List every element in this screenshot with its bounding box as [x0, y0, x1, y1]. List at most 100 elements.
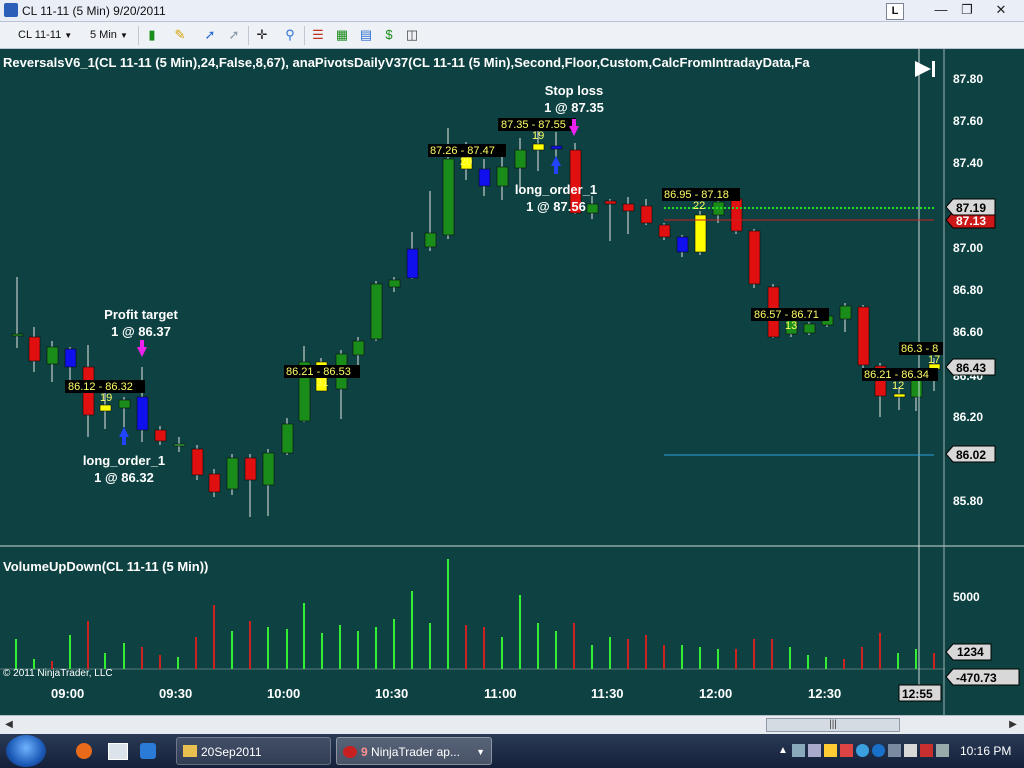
horizontal-scrollbar[interactable]: ◀ ||| ▶ — [0, 715, 1024, 734]
zoom-icon[interactable]: ⚲ — [282, 27, 298, 43]
candle-body — [622, 203, 635, 212]
price-tick: 85.80 — [953, 494, 983, 508]
maximize-button[interactable]: ❐ — [952, 1, 982, 19]
drawing-tool-icon[interactable]: ➚ — [202, 27, 218, 43]
candle-body — [640, 205, 653, 224]
volume-tick: 5000 — [953, 590, 980, 604]
price-label-87-19: 87.19 — [945, 198, 996, 216]
candle-body — [136, 396, 149, 431]
strategies-icon[interactable]: ▤ — [358, 27, 374, 43]
range-count: 13 — [785, 320, 797, 332]
volume-icon[interactable] — [808, 744, 821, 757]
chart-area[interactable]: ReversalsV6_1(CL 11-11 (5 Min),24,False,… — [0, 49, 1024, 715]
instrument-label: CL 11-11 — [18, 29, 62, 41]
candle-body — [839, 305, 852, 320]
stop-loss-label: Stop loss — [545, 83, 604, 98]
buy-arrow-icon — [551, 156, 561, 166]
chart-style-icon[interactable]: ▮ — [144, 27, 160, 43]
interval-selector[interactable]: 5 Min ▼ — [86, 27, 132, 43]
tray-app-icon[interactable] — [920, 744, 933, 757]
price-label-86-43: 86.43 — [945, 358, 996, 376]
long-order-price: 1 @ 86.32 — [94, 470, 154, 485]
tray-app-icon[interactable] — [888, 744, 901, 757]
data-box-icon[interactable]: ◫ — [404, 27, 420, 43]
indicators-icon[interactable]: ▦ — [334, 27, 350, 43]
tray-app-icon[interactable] — [872, 744, 885, 757]
network-icon[interactable] — [792, 744, 805, 757]
tray-app-icon[interactable] — [904, 744, 917, 757]
properties-icon[interactable]: ☰ — [310, 27, 326, 43]
volume-label-1234: 1234 — [945, 643, 992, 661]
profit-target-price: 1 @ 86.37 — [111, 324, 171, 339]
price-tick: 87.40 — [953, 156, 983, 170]
svg-text:12:55: 12:55 — [902, 687, 933, 701]
taskbar: 20Sep2011 9 NinjaTrader ap... ▼ ▲ 10:16 … — [0, 734, 1024, 768]
range-count: 20 — [460, 156, 472, 168]
price-label-86-02: 86.02 — [945, 445, 996, 463]
firefox-icon[interactable] — [76, 743, 92, 759]
app-label: NinjaTrader ap... — [371, 745, 460, 759]
pencil-icon[interactable]: ✎ — [172, 27, 188, 43]
candle-body — [550, 145, 563, 150]
window-icon[interactable] — [108, 743, 128, 760]
start-button[interactable] — [6, 735, 46, 767]
range-count: 31 — [316, 377, 328, 389]
candle-body — [191, 448, 204, 476]
chart-svg[interactable]: ReversalsV6_1(CL 11-11 (5 Min),24,False,… — [0, 49, 1024, 715]
long-order-label: long_order_1 — [515, 182, 597, 197]
folder-icon — [183, 745, 197, 757]
time-tick: 10:30 — [375, 686, 408, 701]
candle-body — [173, 443, 186, 447]
money-icon[interactable]: $ — [381, 27, 397, 43]
close-button[interactable]: ✕ — [986, 1, 1016, 19]
interval-label: 5 Min — [90, 29, 117, 41]
candle-body — [893, 393, 906, 398]
svg-text:1234: 1234 — [957, 645, 984, 659]
candle-body — [514, 149, 527, 169]
crosshair-icon[interactable]: ✛ — [254, 27, 270, 43]
toolbar-separator — [138, 26, 139, 45]
buy-arrow-icon — [122, 437, 126, 445]
toolbar-separator — [248, 26, 249, 45]
buy-arrow-icon — [119, 427, 129, 437]
candle-body — [496, 166, 509, 187]
explorer-icon[interactable] — [140, 743, 156, 759]
candle-body — [281, 423, 294, 454]
time-tick: 09:00 — [51, 686, 84, 701]
tray-app-icon[interactable] — [936, 744, 949, 757]
candle-body — [532, 143, 545, 151]
scroll-left-icon[interactable]: ◀ — [2, 718, 16, 732]
candle-body — [244, 457, 257, 481]
tray-app-icon[interactable] — [824, 744, 837, 757]
range-count: 19 — [532, 130, 544, 142]
candle-body — [226, 457, 239, 490]
candle-body — [730, 198, 743, 232]
toolbar-separator — [304, 26, 305, 45]
candle-body — [262, 452, 275, 486]
range-count: 12 — [892, 380, 904, 392]
range-count: 19 — [100, 392, 112, 404]
price-tick: 86.60 — [953, 325, 983, 339]
chart-toolbar: CL 11-11 ▼ 5 Min ▼ ▮ ✎ ➚ ➚ ✛ ⚲ ☰ ▦ ▤ $ ◫ — [0, 22, 1024, 49]
tray-app-icon[interactable] — [856, 744, 869, 757]
remove-drawing-icon[interactable]: ➚ — [226, 27, 242, 43]
link-button[interactable]: L — [886, 3, 904, 20]
instrument-selector[interactable]: CL 11-11 ▼ — [14, 27, 76, 43]
scroll-right-icon[interactable]: ▶ — [1006, 718, 1020, 732]
price-tick: 87.80 — [953, 72, 983, 86]
tray-app-icon[interactable] — [840, 744, 853, 757]
candle-body — [424, 232, 437, 248]
taskbar-ninjatrader[interactable]: 9 NinjaTrader ap... ▼ — [336, 737, 492, 765]
taskbar-clock[interactable]: 10:16 PM — [960, 744, 1011, 758]
svg-text:87.19: 87.19 — [956, 201, 986, 215]
taskbar-folder[interactable]: 20Sep2011 — [176, 737, 331, 765]
time-tick: 11:30 — [591, 686, 624, 701]
time-tick: 12:30 — [808, 686, 841, 701]
play-icon[interactable] — [915, 61, 935, 77]
candle-body — [712, 201, 725, 216]
candle-body — [803, 323, 816, 334]
tray-expand-icon[interactable]: ▲ — [778, 745, 788, 756]
candle-body — [11, 333, 24, 337]
candle-body — [442, 158, 455, 236]
scrollbar-thumb[interactable]: ||| — [766, 718, 900, 732]
